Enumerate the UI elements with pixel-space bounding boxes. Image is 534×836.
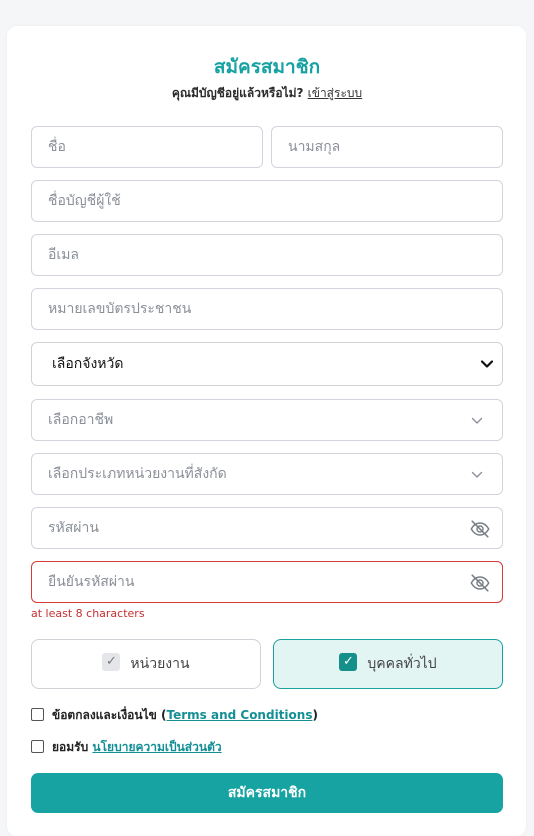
check-icon: ✓ [102, 653, 121, 671]
terms-link[interactable]: Terms and Conditions [167, 708, 313, 722]
province-select-value: เลือกจังหวัด [52, 356, 124, 372]
user-type-general-option[interactable]: ✓ บุคคลทั่วไป [273, 639, 503, 689]
privacy-agreement: ยอมรับ นโยบายความเป็นส่วนตัว [31, 739, 222, 755]
agency-type-select[interactable]: เลือกประเภทหน่วยงานที่สังกัด [31, 453, 503, 495]
chevron-down-icon [471, 471, 483, 478]
chevron-down-icon [471, 417, 483, 424]
password-placeholder: รหัสผ่าน [48, 520, 99, 536]
province-select[interactable]: เลือกจังหวัด [31, 342, 503, 386]
login-prompt: คุณมีบัญชีอยู่แล้วหรือไม่? เข้าสู่ระบบ [0, 84, 534, 103]
occupation-select[interactable]: เลือกอาชีพ [31, 399, 503, 441]
terms-text: ข้อตกลงและเงื่อนไข ( [52, 708, 167, 722]
page-title: สมัครสมาชิก [213, 56, 321, 78]
terms-suffix: ) [312, 708, 318, 722]
confirm-password-field[interactable]: ยืนยันรหัสผ่าน [31, 561, 503, 603]
terms-agreement: ข้อตกลงและเงื่อนไข (Terms and Conditions… [31, 707, 318, 723]
privacy-text: ยอมรับ [52, 740, 89, 754]
general-option-label: บุคคลทั่วไป [367, 656, 437, 672]
eye-off-icon[interactable] [469, 518, 491, 540]
password-field[interactable]: รหัสผ่าน [31, 507, 503, 549]
eye-off-icon[interactable] [469, 572, 491, 594]
agency-type-select-value: เลือกประเภทหน่วยงานที่สังกัด [48, 466, 227, 482]
login-link[interactable]: เข้าสู่ระบบ [308, 86, 363, 100]
chevron-down-icon [480, 360, 494, 368]
login-prompt-text: คุณมีบัญชีอยู่แล้วหรือไม่? [171, 86, 304, 100]
privacy-checkbox[interactable] [31, 740, 44, 753]
signup-submit-button[interactable]: สมัครสมาชิก [31, 773, 503, 813]
id-card-field[interactable]: หมายเลขบัตรประชาชน [31, 288, 503, 330]
first-name-field[interactable]: ชื่อ [31, 126, 263, 168]
password-error-message: at least 8 characters [31, 607, 145, 620]
agency-option-label: หน่วยงาน [130, 656, 190, 672]
email-field[interactable]: อีเมล [31, 234, 503, 276]
confirm-password-placeholder: ยืนยันรหัสผ่าน [48, 574, 135, 590]
terms-checkbox[interactable] [31, 708, 44, 721]
check-icon: ✓ [339, 653, 358, 671]
last-name-field[interactable]: นามสกุล [271, 126, 503, 168]
privacy-link[interactable]: นโยบายความเป็นส่วนตัว [92, 740, 221, 754]
user-type-agency-option[interactable]: ✓ หน่วยงาน [31, 639, 261, 689]
occupation-select-value: เลือกอาชีพ [48, 412, 114, 428]
username-field[interactable]: ชื่อบัญชีผู้ใช้ [31, 180, 503, 222]
